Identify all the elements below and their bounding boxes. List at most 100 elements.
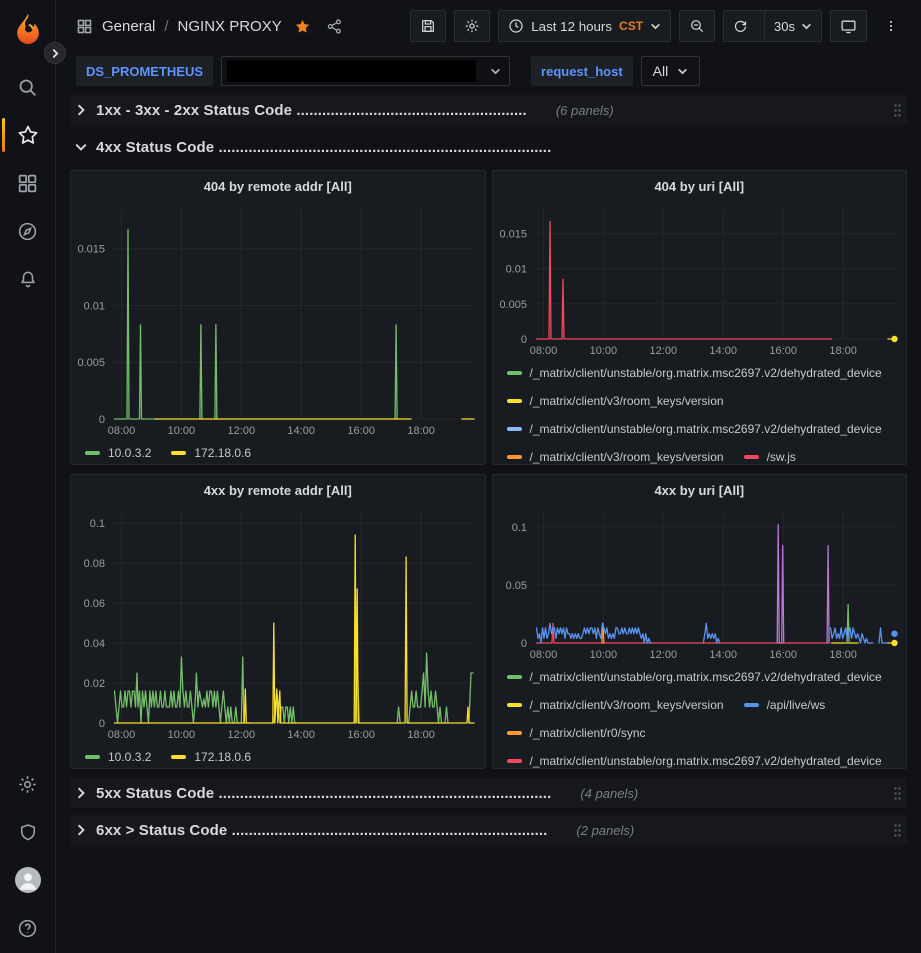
panel-404-by-remote-addr: 404 by remote addr [All] 08:0010:0012:00… <box>70 170 486 465</box>
legend-series-label: /_matrix/client/v3/room_keys/version <box>530 394 724 408</box>
legend-row: /_matrix/client/v3/room_keys/version/sw.… <box>507 443 907 465</box>
chart-4xx-by-remote-addr[interactable]: 08:0010:0012:0014:0016:0018:0000.020.040… <box>71 505 484 743</box>
panel-legend: /_matrix/client/unstable/org.matrix.msc2… <box>493 359 907 465</box>
legend-item[interactable]: /_matrix/client/unstable/org.matrix.msc2… <box>507 670 882 684</box>
svg-text:16:00: 16:00 <box>769 649 797 661</box>
legend-item[interactable]: 10.0.3.2 <box>85 750 151 764</box>
gear-icon <box>17 774 38 795</box>
chevron-right-icon <box>75 104 87 116</box>
chevron-down-icon <box>801 21 812 32</box>
panel-legend: /_matrix/client/unstable/org.matrix.msc2… <box>493 663 907 769</box>
refresh-interval-dropdown[interactable]: 30s <box>764 11 821 41</box>
breadcrumb-separator: / <box>164 18 168 35</box>
legend-series-label: /_matrix/client/r0/sync <box>530 726 646 740</box>
sidebar-item-alerting[interactable] <box>0 264 56 294</box>
panel-title[interactable]: 404 by remote addr [All] <box>71 171 485 201</box>
svg-text:08:00: 08:00 <box>529 345 557 357</box>
legend-series-color <box>507 399 522 403</box>
legend-row: /_matrix/client/r0/sync <box>507 719 907 747</box>
legend-item[interactable]: 10.0.3.2 <box>85 446 151 460</box>
panel-404-by-uri: 404 by uri [All] 08:0010:0012:0014:0016:… <box>492 170 908 465</box>
drag-handle-icon[interactable] <box>893 103 902 118</box>
time-range-picker[interactable]: Last 12 hours CST <box>498 10 671 42</box>
save-dashboard-button[interactable] <box>410 10 446 42</box>
sidebar-item-search[interactable] <box>0 72 56 102</box>
chart-404-by-remote-addr[interactable]: 08:0010:0012:0014:0016:0018:0000.0050.01… <box>71 201 484 439</box>
legend-series-label: 172.18.0.6 <box>194 750 251 764</box>
timezone-label: CST <box>619 19 643 33</box>
legend-row: /_matrix/client/unstable/org.matrix.msc2… <box>507 663 907 691</box>
avatar <box>15 867 41 893</box>
row-header-6xx[interactable]: 6xx > Status Code ......................… <box>70 815 907 845</box>
svg-text:12:00: 12:00 <box>649 345 677 357</box>
breadcrumb-folder[interactable]: General <box>102 18 155 35</box>
svg-text:0.04: 0.04 <box>84 638 105 650</box>
legend-item[interactable]: /_matrix/client/v3/room_keys/version <box>507 394 724 408</box>
tv-mode-button[interactable] <box>830 10 867 42</box>
kebab-menu-button[interactable] <box>875 10 907 42</box>
favorite-star-icon[interactable] <box>294 18 311 35</box>
sidebar-item-starred[interactable] <box>0 120 56 150</box>
legend-series-label: /_matrix/client/unstable/org.matrix.msc2… <box>530 754 882 768</box>
zoom-out-time-button[interactable] <box>679 10 715 42</box>
sidebar-item-help[interactable] <box>0 913 56 943</box>
chart-404-by-uri[interactable]: 08:0010:0012:0014:0016:0018:0000.0050.01… <box>493 201 906 359</box>
sidebar-item-configuration[interactable] <box>0 769 56 799</box>
svg-text:08:00: 08:00 <box>529 649 557 661</box>
legend-item[interactable]: /_matrix/client/unstable/org.matrix.msc2… <box>507 422 882 436</box>
dashboard-settings-button[interactable] <box>454 10 490 42</box>
share-icon[interactable] <box>326 18 343 35</box>
refresh-button[interactable] <box>724 11 757 41</box>
breadcrumb: General / NGINX PROXY <box>76 18 343 35</box>
svg-text:0: 0 <box>520 638 526 650</box>
legend-series-color <box>507 703 522 707</box>
legend-item[interactable]: 172.18.0.6 <box>171 446 251 460</box>
svg-text:18:00: 18:00 <box>407 729 435 741</box>
panel-title[interactable]: 4xx by remote addr [All] <box>71 475 485 505</box>
variable-label-request-host: request_host <box>531 56 633 86</box>
legend-item[interactable]: /_matrix/client/r0/sync <box>507 726 646 740</box>
sidebar-item-profile[interactable] <box>0 865 56 895</box>
svg-text:0.005: 0.005 <box>499 299 527 311</box>
zoom-out-icon <box>689 18 705 34</box>
legend-item[interactable]: /_matrix/client/v3/room_keys/version <box>507 450 724 464</box>
row-title: 5xx Status Code ........................… <box>96 785 551 802</box>
drag-handle-icon[interactable] <box>893 823 902 838</box>
shield-icon <box>18 822 38 843</box>
panel-title[interactable]: 404 by uri [All] <box>493 171 907 201</box>
legend-item[interactable]: /_matrix/client/unstable/org.matrix.msc2… <box>507 366 882 380</box>
sidebar-item-explore[interactable] <box>0 216 56 246</box>
row-header-5xx[interactable]: 5xx Status Code ........................… <box>70 778 907 808</box>
legend-row: /_matrix/client/v3/room_keys/version/api… <box>507 691 907 719</box>
compass-icon <box>17 221 38 242</box>
variable-select-request-host[interactable]: All <box>641 56 701 86</box>
breadcrumb-dashboard-title[interactable]: NGINX PROXY <box>178 18 282 35</box>
drag-handle-icon[interactable] <box>893 786 902 801</box>
grafana-logo-icon[interactable] <box>13 12 43 46</box>
row-header-4xx[interactable]: 4xx Status Code ........................… <box>70 132 907 162</box>
legend-series-label: 10.0.3.2 <box>108 446 151 460</box>
chart-4xx-by-uri[interactable]: 08:0010:0012:0014:0016:0018:0000.050.1 <box>493 505 906 663</box>
sidebar-expand-button[interactable] <box>44 42 66 64</box>
legend-item[interactable]: /sw.js <box>744 450 796 464</box>
sidebar-item-server-admin[interactable] <box>0 817 56 847</box>
row-header-1xx-3xx-2xx[interactable]: 1xx - 3xx - 2xx Status Code ............… <box>70 95 907 125</box>
legend-series-color <box>171 451 186 455</box>
redacted-value <box>227 60 476 82</box>
legend-item[interactable]: /_matrix/client/v3/room_keys/version <box>507 698 724 712</box>
sidebar-item-dashboards[interactable] <box>0 168 56 198</box>
request-host-value: All <box>653 63 669 79</box>
legend-series-color <box>744 455 759 459</box>
legend-item[interactable]: /api/live/ws <box>744 698 826 712</box>
variable-select-ds-prometheus[interactable] <box>221 56 510 86</box>
legend-series-color <box>507 731 522 735</box>
legend-series-color <box>744 703 759 707</box>
panel-legend: 10.0.3.2 172.18.0.6 <box>71 439 485 465</box>
legend-series-color <box>85 755 100 759</box>
legend-item[interactable]: /_matrix/client/unstable/org.matrix.msc2… <box>507 754 882 768</box>
refresh-interval-label: 30s <box>774 19 795 34</box>
panel-title[interactable]: 4xx by uri [All] <box>493 475 907 505</box>
svg-text:12:00: 12:00 <box>649 649 677 661</box>
legend-item[interactable]: 172.18.0.6 <box>171 750 251 764</box>
legend-series-color <box>507 455 522 459</box>
